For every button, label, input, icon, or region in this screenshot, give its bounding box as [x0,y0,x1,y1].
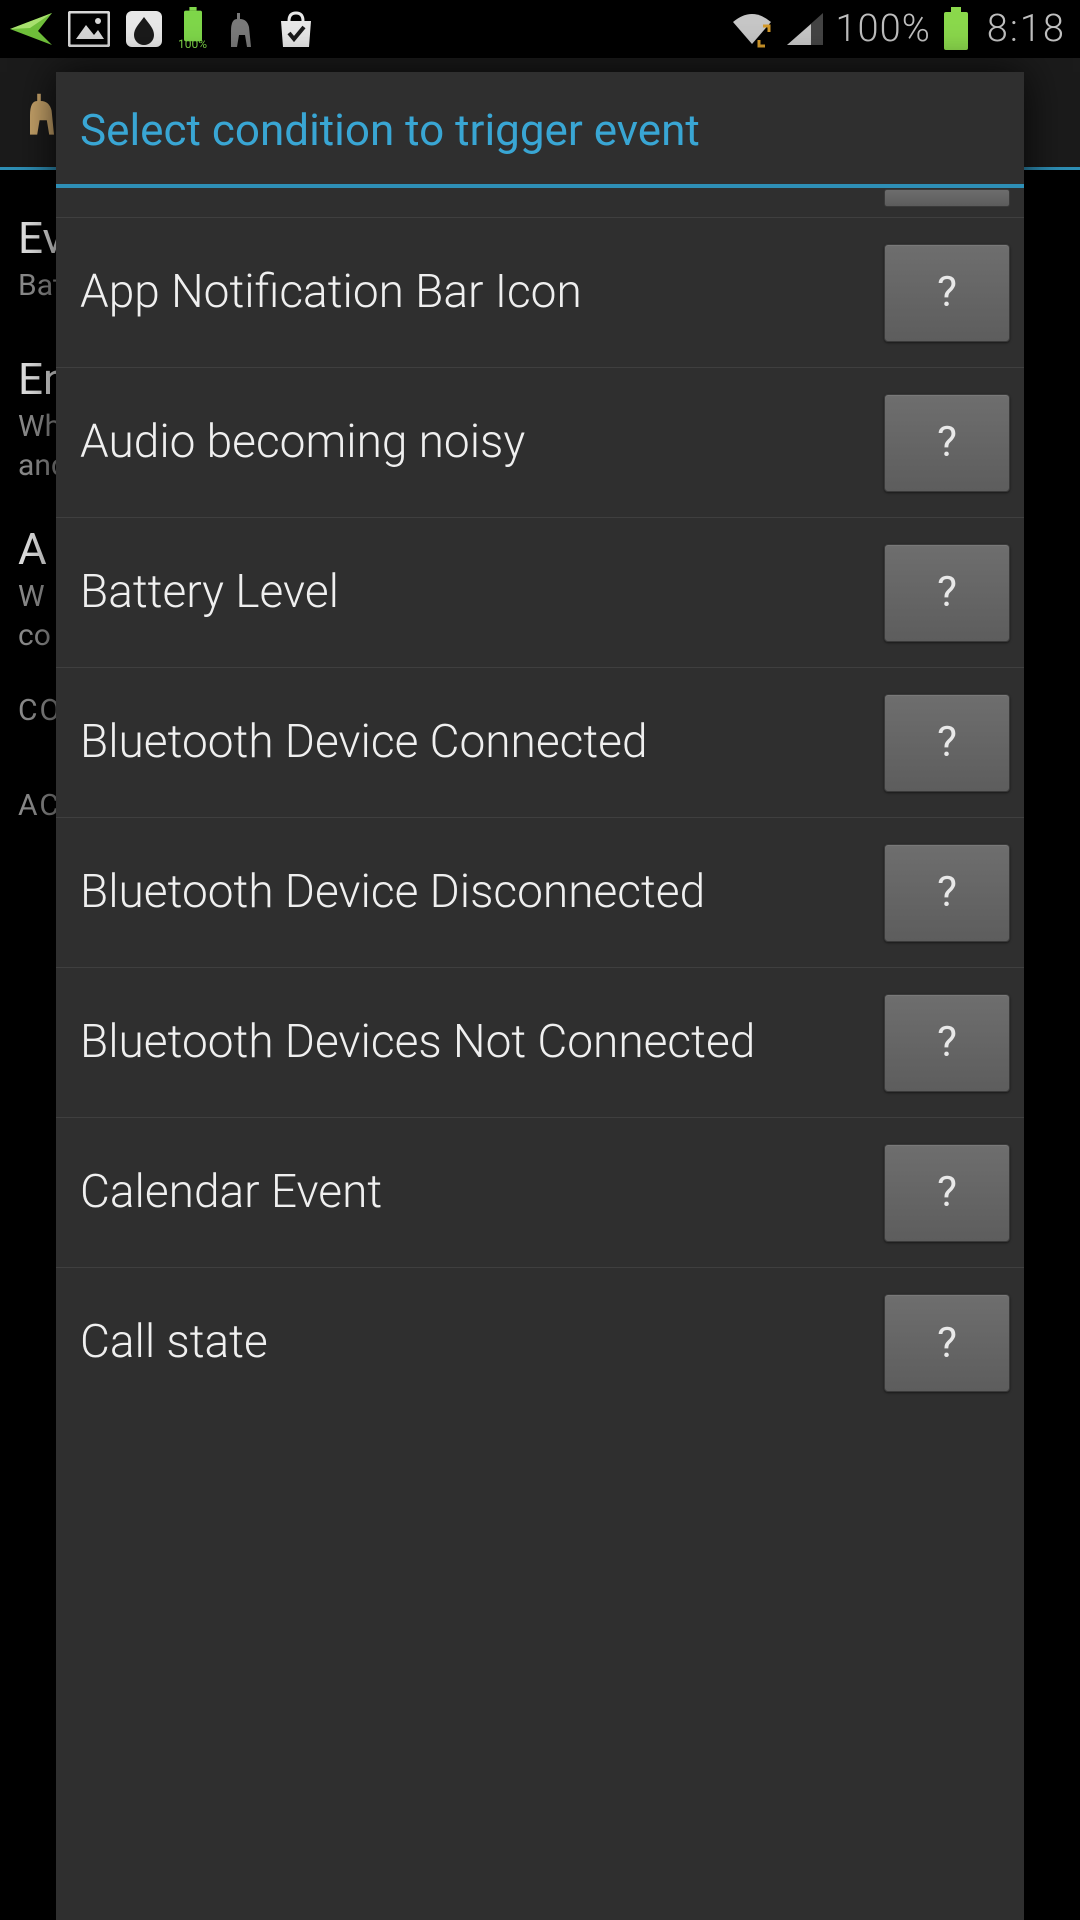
send-plane-icon [8,11,54,47]
help-button[interactable]: ? [884,1144,1010,1242]
help-button[interactable]: ? [884,544,1010,642]
condition-row-bluetooth-device-disconnected[interactable]: Bluetooth Device Disconnected ? [56,818,1024,968]
condition-row-app-notification-bar-icon[interactable]: App Notification Bar Icon ? [56,218,1024,368]
cell-signal-icon [785,11,825,47]
wifi-icon [729,10,775,48]
clock-text: 8:18 [987,7,1066,51]
condition-row-bluetooth-device-connected[interactable]: Bluetooth Device Connected ? [56,668,1024,818]
condition-label: Bluetooth Devices Not Connected [80,1015,755,1070]
condition-row-battery-level[interactable]: Battery Level ? [56,518,1024,668]
condition-row-audio-becoming-noisy[interactable]: Audio becoming noisy ? [56,368,1024,518]
help-button[interactable]: ? [884,994,1010,1092]
status-bar: 100% 10 [0,0,1080,58]
condition-label: Bluetooth Device Connected [80,715,648,770]
help-button[interactable]: ? [884,844,1010,942]
dialog-title: Select condition to trigger event [56,72,1024,184]
help-button[interactable]: ? [884,1294,1010,1392]
help-button[interactable]: ? [884,394,1010,492]
condition-label: Calendar Event [80,1165,382,1220]
droplet-icon [124,9,164,49]
condition-list[interactable]: App Notification Bar Icon ? Audio becomi… [56,188,1024,1920]
battery-small-label: 100% [178,37,207,51]
help-button[interactable]: ? [884,244,1010,342]
picture-icon [68,11,110,47]
help-button-peek[interactable] [884,189,1010,207]
battery-icon [941,7,971,51]
select-condition-dialog: Select condition to trigger event App No… [56,72,1024,1920]
condition-label: Battery Level [80,565,339,620]
condition-label: App Notification Bar Icon [80,265,582,320]
condition-label: Bluetooth Device Disconnected [80,865,705,920]
help-button[interactable]: ? [884,694,1010,792]
battery-percent-text: 100% [835,7,930,51]
condition-row-call-state[interactable]: Call state ? [56,1268,1024,1418]
battery-small-icon: 100% [178,7,207,51]
condition-row-bluetooth-devices-not-connected[interactable]: Bluetooth Devices Not Connected ? [56,968,1024,1118]
llama-status-icon [221,9,261,49]
status-right-group: 100% 8:18 [729,7,1066,51]
list-row-peek-top [56,188,1024,218]
condition-label: Call state [80,1315,268,1370]
status-left-group: 100% [8,7,317,51]
condition-label: Audio becoming noisy [80,415,525,470]
shopping-bag-check-icon [275,9,317,49]
condition-row-calendar-event[interactable]: Calendar Event ? [56,1118,1024,1268]
